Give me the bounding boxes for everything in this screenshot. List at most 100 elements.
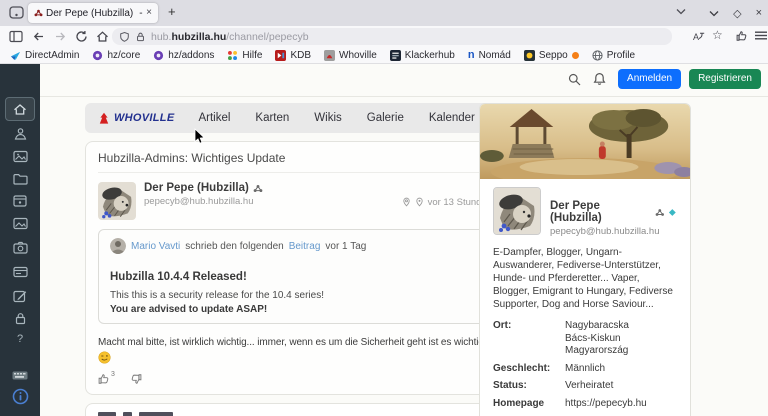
files-app-icon[interactable] (0, 173, 40, 185)
help-app-icon[interactable]: ? (0, 333, 40, 345)
reshare-author-avatar[interactable] (110, 238, 126, 254)
maximize-icon[interactable]: ◇ (733, 7, 741, 20)
page-content: ? Anmelden Registrieren (0, 64, 768, 416)
bookmark-seppo[interactable]: Seppo (524, 50, 579, 61)
extension-icon[interactable] (736, 30, 748, 42)
list-all-tabs-icon[interactable] (676, 8, 686, 15)
shield-icon[interactable] (119, 31, 130, 43)
zot-network-icon (253, 184, 263, 193)
home-app-icon[interactable] (5, 97, 35, 121)
tab-artikel[interactable]: Artikel (198, 112, 230, 124)
bookmark-star-icon[interactable]: ☆ (712, 28, 723, 42)
forward-icon[interactable] (54, 30, 67, 43)
post-card: Hubzilla-Admins: Wichtiges Update Der Pe… (85, 141, 505, 395)
reshare-time: vor 1 Tag (325, 241, 366, 252)
reshare-verb: schrieb den folgenden (185, 241, 283, 252)
translate-icon[interactable]: A (692, 30, 705, 43)
bookmark-kdb[interactable]: KDB (275, 50, 311, 61)
post-author-name[interactable]: Der Pepe (Hubzilla) (144, 182, 402, 194)
field-location: Ort: Nagybaracska Bács-Kiskun Magyarorsz… (493, 320, 677, 358)
bookmark-whoville[interactable]: Whoville (324, 50, 377, 61)
url-text: hub.hubzilla.hu/channel/pepecyb (151, 31, 309, 43)
browser-window: Der Pepe (Hubzilla) - pe × + ◇ × (0, 0, 768, 416)
like-button[interactable]: 3 (98, 373, 115, 385)
nomad-favicon: n (468, 50, 475, 61)
profile-avatar[interactable] (493, 187, 541, 235)
homepage-link[interactable]: https://pepecyb.hu (565, 398, 647, 411)
bookmark-hz-core[interactable]: hz/core (92, 50, 140, 61)
calendar-app-icon[interactable] (0, 194, 40, 207)
bookmark-hilfe[interactable]: Hilfe (227, 50, 262, 61)
new-tab-button[interactable]: + (168, 4, 176, 19)
reshare-author-link[interactable]: Mario Vavti (131, 241, 180, 252)
field-gender: Geschlecht: Männlich (493, 363, 677, 376)
profile-about: E-Dampfer, Blogger, Ungarn-Auswanderer, … (493, 246, 677, 311)
bookmark-nomad[interactable]: n Nomád (468, 50, 511, 61)
verified-diamond-icon (668, 208, 677, 217)
reshare-post-link[interactable]: Beitrag (289, 241, 321, 252)
sidebar-toggle-icon[interactable] (9, 30, 23, 43)
bookmark-profile[interactable]: Profile (592, 50, 635, 61)
profile-sidebar-card: Der Pepe (Hubzilla) pepecyb@hub.hubzilla… (479, 103, 691, 416)
zot-network-icon (655, 208, 665, 217)
location-icon (402, 197, 411, 207)
hz-addons-favicon (153, 50, 164, 61)
dislike-button[interactable] (130, 373, 142, 385)
search-icon[interactable] (568, 73, 581, 86)
tab-favicon (34, 9, 43, 17)
profile-address: pepecyb@hub.hubzilla.hu (550, 226, 677, 237)
channel-app-icon[interactable] (0, 127, 40, 141)
tab-wikis[interactable]: Wikis (314, 112, 341, 124)
klackerhub-favicon (390, 50, 401, 61)
camera-app-icon[interactable] (0, 241, 40, 254)
field-status: Status: Verheiratet (493, 380, 677, 393)
seppo-favicon (524, 50, 535, 61)
whoville-brand[interactable]: WHOVILLE (98, 112, 174, 125)
browser-tab[interactable]: Der Pepe (Hubzilla) - pe × (28, 3, 158, 23)
edit-app-icon[interactable] (0, 289, 40, 303)
bookmark-klackerhub[interactable]: Klackerhub (390, 50, 455, 61)
tab-galerie[interactable]: Galerie (367, 112, 404, 124)
minimize-icon[interactable] (709, 10, 719, 17)
firefox-view-icon[interactable] (9, 6, 24, 19)
lock-icon[interactable] (135, 31, 146, 43)
lock-app-icon[interactable] (0, 312, 40, 325)
notifications-bell-icon[interactable] (593, 72, 606, 86)
seppo-status-dot (572, 52, 579, 59)
keyboard-icon[interactable] (0, 371, 40, 380)
bookmark-directadmin[interactable]: DirectAdmin (10, 50, 79, 61)
close-window-icon[interactable]: × (756, 7, 762, 19)
whoville-favicon (324, 50, 335, 61)
browser-toolbar: hub.hubzilla.hu/channel/pepecyb A ☆ (0, 26, 768, 47)
profile-cover-image (480, 104, 690, 179)
home-icon[interactable] (96, 30, 109, 43)
reshare-body-line2: You are advised to update ASAP! (110, 304, 480, 315)
cards-app-icon[interactable] (0, 266, 40, 278)
info-icon[interactable] (0, 388, 40, 405)
profile-name: Der Pepe (Hubzilla) (550, 200, 677, 224)
map-pin-icon (415, 197, 424, 207)
menu-icon[interactable] (755, 30, 767, 41)
next-post-card-clipped (85, 403, 505, 416)
login-button[interactable]: Anmelden (618, 69, 681, 89)
kdb-favicon (275, 50, 286, 61)
hz-core-favicon (92, 50, 103, 61)
titlebar: Der Pepe (Hubzilla) - pe × + ◇ × (0, 0, 768, 26)
back-icon[interactable] (32, 30, 45, 43)
tab-kalender[interactable]: Kalender (429, 112, 475, 124)
reshare-heading: Hubzilla 10.4.4 Released! (110, 271, 480, 283)
tab-close-icon[interactable]: × (146, 8, 152, 18)
tab-karten[interactable]: Karten (255, 112, 289, 124)
tab-title: Der Pepe (Hubzilla) - pe (46, 8, 143, 19)
gallery-app-icon[interactable] (0, 217, 40, 230)
post-author-avatar[interactable] (98, 182, 136, 220)
photos-app-icon[interactable] (0, 150, 40, 163)
reload-icon[interactable] (75, 30, 88, 43)
register-button[interactable]: Registrieren (689, 69, 761, 89)
hilfe-favicon (227, 50, 238, 61)
reshare-body-line1: This this is a security release for the … (110, 290, 480, 301)
url-bar[interactable]: hub.hubzilla.hu/channel/pepecyb (112, 28, 672, 45)
whoville-logo-icon (98, 112, 110, 125)
site-header: Anmelden Registrieren (40, 64, 768, 97)
bookmark-hz-addons[interactable]: hz/addons (153, 50, 214, 61)
